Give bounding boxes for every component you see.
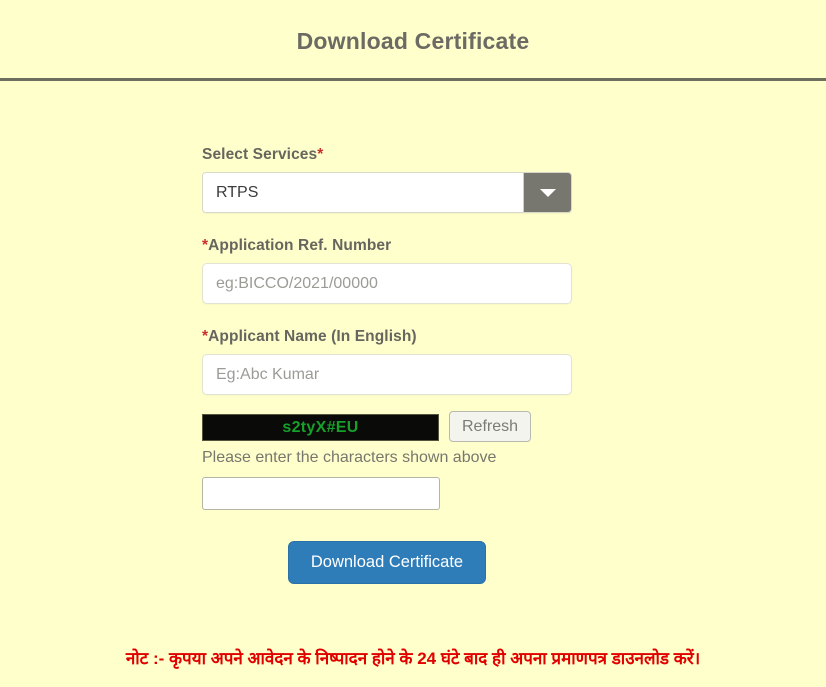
captcha-hint-text: Please enter the characters shown above bbox=[202, 449, 497, 466]
applicant-name-label: *Applicant Name (In English) bbox=[202, 328, 826, 346]
page-title: Download Certificate bbox=[296, 28, 530, 54]
captcha-image: s2tyX#EU bbox=[202, 414, 439, 441]
applicant-name-input[interactable] bbox=[202, 354, 572, 395]
chevron-down-glyph bbox=[539, 188, 556, 197]
application-ref-number-label-text: Application Ref. Number bbox=[208, 237, 392, 254]
field-application-ref-number: *Application Ref. Number bbox=[202, 237, 826, 304]
captcha-code-text: s2tyX#EU bbox=[282, 418, 359, 436]
select-services-value: RTPS bbox=[203, 173, 523, 212]
captcha-row: s2tyX#EU Refresh bbox=[202, 411, 826, 442]
header-divider bbox=[0, 78, 826, 81]
field-select-services: Select Services* RTPS bbox=[202, 146, 826, 213]
captcha-refresh-button[interactable]: Refresh bbox=[449, 411, 532, 442]
captcha-input[interactable] bbox=[202, 477, 440, 510]
select-services-label: Select Services* bbox=[202, 146, 826, 164]
select-services-dropdown[interactable]: RTPS bbox=[202, 172, 572, 213]
application-ref-number-label: *Application Ref. Number bbox=[202, 237, 826, 255]
select-services-label-text: Select Services bbox=[202, 146, 318, 163]
applicant-name-label-text: Applicant Name (In English) bbox=[208, 328, 417, 345]
footer-note: नोट :- कृपया अपने आवेदन के निष्पादन होने… bbox=[125, 649, 701, 668]
download-certificate-page: Download Certificate Select Services* RT… bbox=[0, 0, 826, 687]
application-ref-number-input[interactable] bbox=[202, 263, 572, 304]
field-applicant-name: *Applicant Name (In English) bbox=[202, 328, 826, 395]
certificate-form: Select Services* RTPS *Application Ref. … bbox=[0, 89, 826, 584]
chevron-down-icon[interactable] bbox=[523, 173, 571, 212]
submit-row: Download Certificate bbox=[202, 541, 572, 584]
download-certificate-button[interactable]: Download Certificate bbox=[287, 541, 487, 584]
required-asterisk: * bbox=[317, 146, 324, 163]
